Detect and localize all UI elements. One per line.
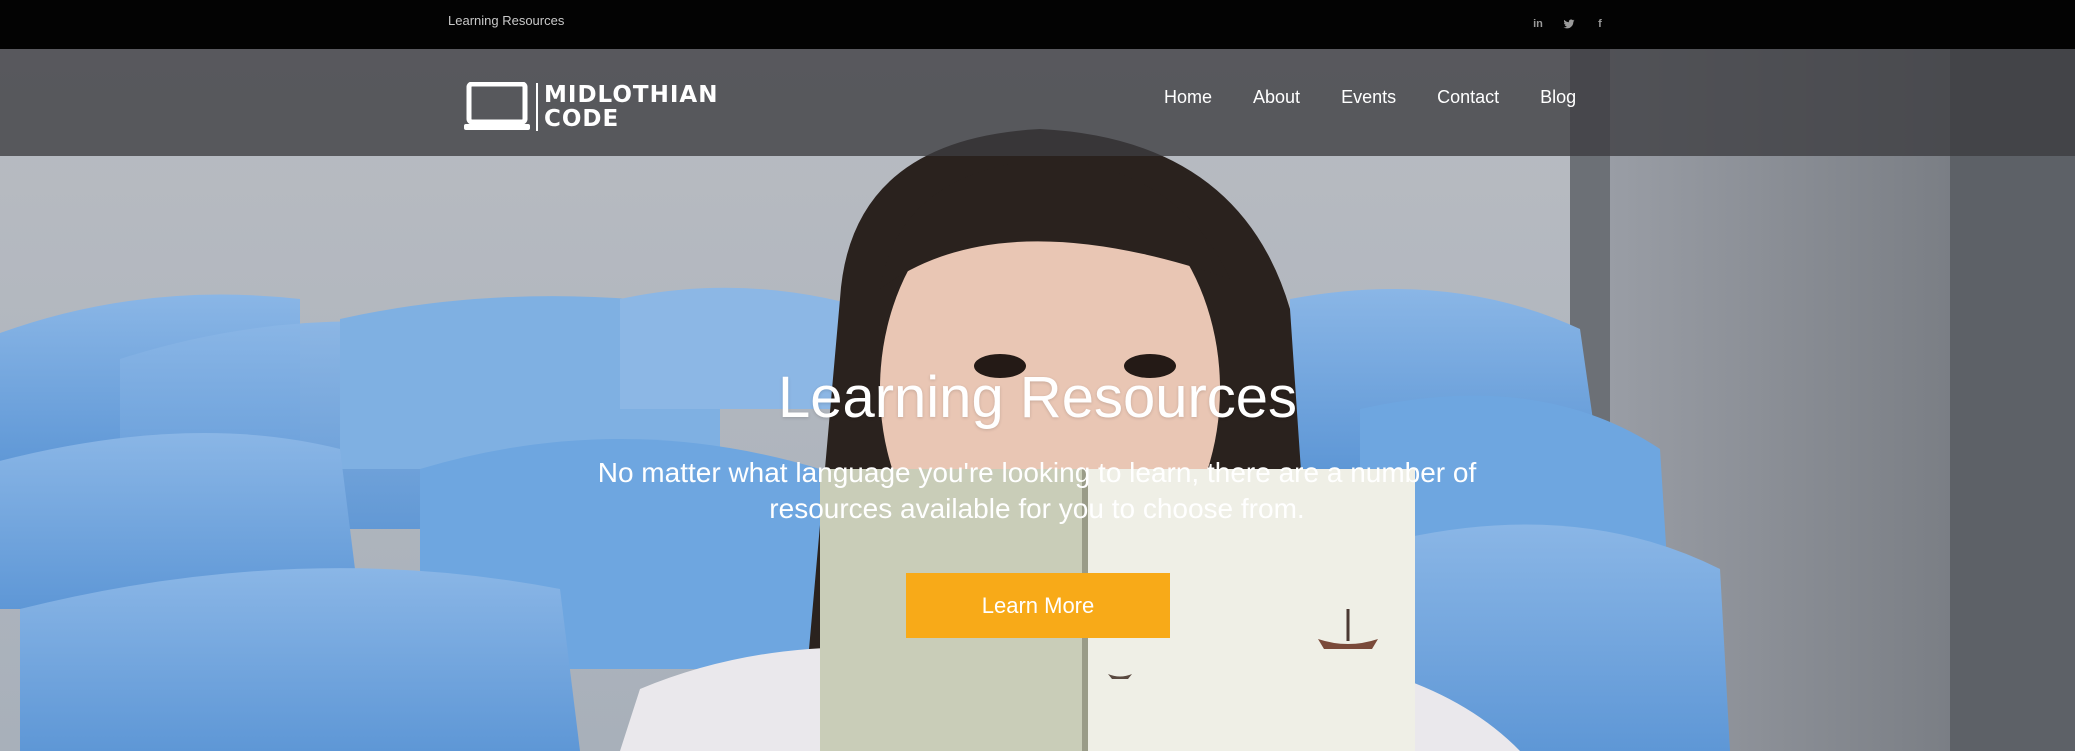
site-logo[interactable]: MIDLOTHIAN CODE [464,82,718,132]
linkedin-icon[interactable]: in [1530,16,1546,32]
logo-divider [536,83,538,131]
nav-item-home[interactable]: Home [1164,86,1212,108]
hero-subtitle: No matter what language you're looking t… [597,457,1477,524]
nav-item-events[interactable]: Events [1341,86,1396,108]
nav-item-contact[interactable]: Contact [1437,86,1499,108]
hero-title: Learning Resources [777,365,1298,430]
twitter-icon[interactable] [1561,16,1577,32]
nav-item-about[interactable]: About [1253,86,1300,108]
facebook-icon[interactable]: f [1592,16,1608,32]
nav-item-blog[interactable]: Blog [1540,86,1576,108]
page-label: Learning Resources [448,13,565,28]
site-header: MIDLOTHIAN CODE Home About Events Contac… [0,49,2075,156]
logo-line-1: MIDLOTHIAN [544,82,719,108]
learn-more-button[interactable]: Learn More [906,573,1170,638]
top-bar: Learning Resources in f [0,0,2075,49]
main-nav: Home About Events Contact Blog [1164,86,1617,108]
logo-line-2: CODE [544,106,620,132]
social-links: in f [1530,16,1608,32]
logo-wordmark: MIDLOTHIAN CODE [544,83,718,131]
laptop-icon [464,82,530,130]
